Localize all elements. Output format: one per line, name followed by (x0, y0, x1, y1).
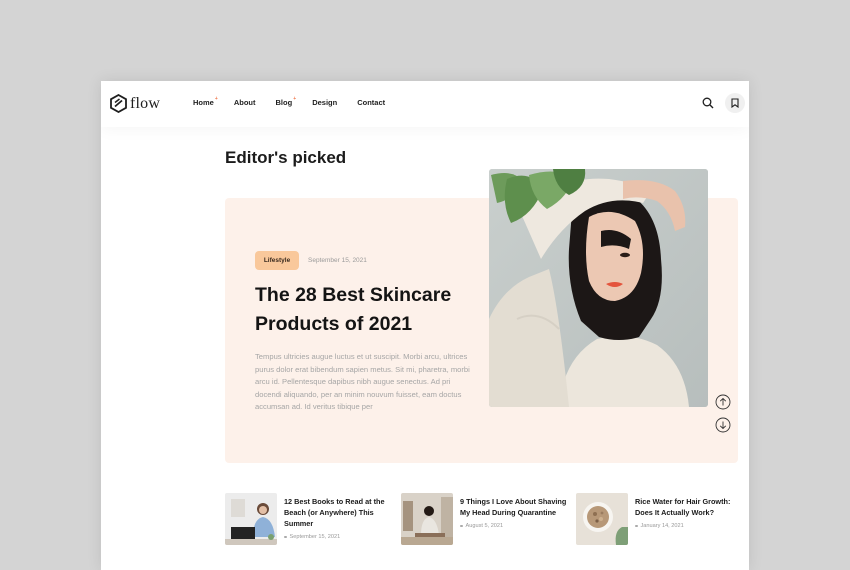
search-icon (702, 97, 714, 109)
woman-laptop-image (225, 493, 277, 545)
nav-about[interactable]: About (234, 98, 256, 107)
search-button[interactable] (699, 94, 717, 112)
slider-down-button[interactable] (715, 417, 731, 433)
featured-post-title[interactable]: The 28 Best Skincare Products of 2021 (255, 281, 485, 339)
nav-blog[interactable]: Blog + (276, 96, 297, 107)
bookmark-button[interactable] (725, 93, 745, 113)
arrow-down-icon (715, 417, 731, 433)
post-thumbnail[interactable] (576, 493, 628, 545)
nav-home[interactable]: Home + (193, 96, 218, 107)
featured-post-excerpt: Tempus ultricies augue luctus et ut susc… (255, 352, 470, 411)
post-card: 9 Things I Love About Shaving My Head Du… (401, 493, 570, 545)
woman-portrait-image (489, 169, 708, 407)
date-dot-icon (284, 535, 287, 539)
woman-sitting-image (401, 493, 453, 545)
rice-bowl-image (576, 493, 628, 545)
post-text: Rice Water for Hair Growth: Does It Actu… (635, 496, 745, 545)
nav-actions (699, 93, 745, 113)
logo-text: flow (130, 94, 161, 112)
arrow-up-icon (715, 394, 731, 410)
post-text: 9 Things I Love About Shaving My Head Du… (460, 496, 570, 545)
featured-post-image[interactable] (489, 169, 708, 407)
post-title[interactable]: 12 Best Books to Read at the Beach (or A… (284, 496, 394, 529)
post-title[interactable]: 9 Things I Love About Shaving My Head Du… (460, 496, 570, 518)
nav-home-plus: + (214, 96, 218, 102)
post-date: August 5, 2021 (460, 523, 570, 529)
post-title[interactable]: Rice Water for Hair Growth: Does It Actu… (635, 496, 745, 518)
post-thumbnail[interactable] (225, 493, 277, 545)
top-navbar: flow Home + About Blog + Design Contact (101, 81, 749, 127)
nav-contact[interactable]: Contact (357, 98, 385, 107)
hexagon-logo-icon (110, 94, 127, 113)
post-card: Rice Water for Hair Growth: Does It Actu… (576, 493, 745, 545)
nav-design[interactable]: Design (312, 98, 337, 107)
post-date: January 14, 2021 (635, 523, 745, 529)
post-card: 12 Best Books to Read at the Beach (or A… (225, 493, 394, 545)
slider-up-button[interactable] (715, 394, 731, 410)
nav-blog-plus: + (293, 96, 297, 102)
bookmark-icon (731, 98, 739, 108)
browser-window: flow Home + About Blog + Design Contact Ed (101, 81, 749, 570)
date-dot-icon (635, 524, 638, 528)
post-text: 12 Best Books to Read at the Beach (or A… (284, 496, 394, 545)
logo[interactable]: flow (110, 94, 160, 113)
post-date: September 15, 2021 (284, 534, 394, 540)
section-title: Editor's picked (225, 148, 347, 167)
post-thumbnail[interactable] (401, 493, 453, 545)
category-badge[interactable]: Lifestyle (255, 251, 299, 270)
main-nav: Home + About Blog + Design Contact (193, 96, 405, 107)
date-dot-icon (460, 524, 463, 528)
featured-post-date: September 15, 2021 (308, 257, 367, 264)
